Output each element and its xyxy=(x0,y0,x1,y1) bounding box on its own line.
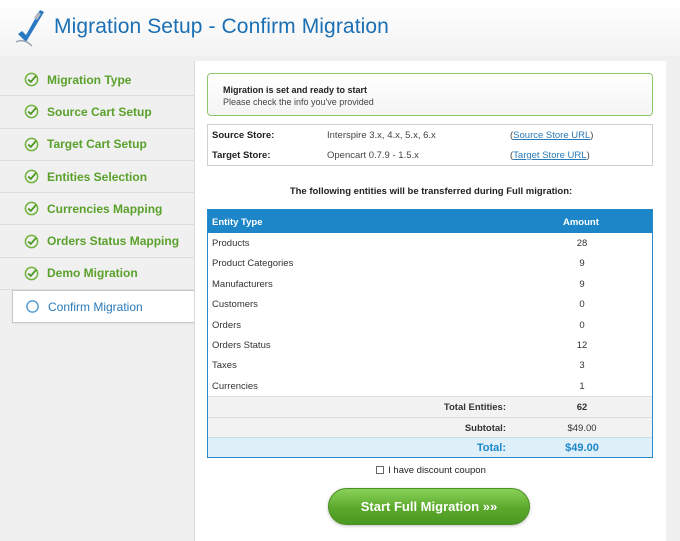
notice-subtitle: Please check the info you've provided xyxy=(223,97,374,107)
main-panel: Migration is set and ready to start Plea… xyxy=(194,61,666,541)
sidebar-step-label: Currencies Mapping xyxy=(47,201,163,216)
check-circle-icon xyxy=(24,234,39,248)
total-entities-row: Total Entities: 62 xyxy=(208,396,652,417)
empty-circle-icon xyxy=(26,300,39,313)
entity-amount: 1 xyxy=(579,380,585,392)
entity-amount: 28 xyxy=(576,238,588,249)
header: Migration Setup - Confirm Migration xyxy=(0,0,680,56)
sidebar-step-orders-status-mapping[interactable]: Orders Status Mapping xyxy=(0,225,194,258)
sidebar-step-confirm-migration[interactable]: Confirm Migration xyxy=(12,290,194,324)
entity-type: Orders Status xyxy=(212,339,271,351)
table-row: Orders Status 12 xyxy=(208,334,652,356)
target-store-row: Target Store: Opencart 0.7.9 - 1.5.x (Ta… xyxy=(208,145,652,165)
notice-title: Migration is set and ready to start xyxy=(223,85,368,95)
discount-coupon: I have discount coupon xyxy=(195,465,667,476)
sidebar-step-label: Target Cart Setup xyxy=(47,137,147,152)
table-row: Orders 0 xyxy=(208,314,652,335)
discount-coupon-checkbox[interactable] xyxy=(376,466,385,474)
total-row: Total: $49.00 xyxy=(208,436,652,457)
subtotal-label: Subtotal: xyxy=(464,422,506,434)
table-row: Taxes 3 xyxy=(208,355,652,376)
table-row: Product Categories 9 xyxy=(208,253,652,274)
sidebar-step-source-cart-setup[interactable]: Source Cart Setup xyxy=(0,96,194,129)
sidebar-step-label: Migration Type xyxy=(47,72,132,87)
target-store-url-link[interactable]: Target Store URL xyxy=(513,150,586,161)
check-circle-icon xyxy=(24,169,39,184)
table-row: Products 28 xyxy=(208,233,652,254)
target-store-link-wrap: (Target Store URL) xyxy=(510,150,590,161)
table-row: Manufacturers 9 xyxy=(208,273,652,295)
check-circle-icon xyxy=(24,266,39,281)
check-circle-icon xyxy=(24,201,39,216)
entity-amount: 0 xyxy=(579,319,585,331)
sidebar-step-demo-migration[interactable]: Demo Migration xyxy=(0,258,194,291)
ready-notice: Migration is set and ready to start Plea… xyxy=(207,73,653,116)
entity-amount: 9 xyxy=(579,258,585,270)
sidebar-step-label: Confirm Migration xyxy=(48,299,143,314)
discount-coupon-label[interactable]: I have discount coupon xyxy=(388,465,486,476)
sidebar-step-entities-selection[interactable]: Entities Selection xyxy=(0,161,194,194)
sidebar-step-label: Orders Status Mapping xyxy=(47,234,180,249)
subtotal-value: $49.00 xyxy=(567,422,597,434)
entity-amount: 3 xyxy=(579,360,585,372)
col-entity-type: Entity Type xyxy=(212,217,263,228)
pen-check-logo-icon xyxy=(15,10,44,47)
source-store-url-link[interactable]: Source Store URL xyxy=(513,130,590,141)
entity-type: Customers xyxy=(212,299,258,311)
sidebar-step-migration-type[interactable]: Migration Type xyxy=(0,64,194,97)
entity-type: Product Categories xyxy=(212,258,294,270)
target-store-value: Opencart 0.7.9 - 1.5.x xyxy=(327,150,419,161)
entity-type: Manufacturers xyxy=(212,278,273,290)
entities-table: Entity Type Amount Products 28 Product C… xyxy=(207,209,653,458)
sidebar-step-currencies-mapping[interactable]: Currencies Mapping xyxy=(0,193,194,226)
entities-heading: The following entities will be transferr… xyxy=(289,186,573,197)
entity-amount: 12 xyxy=(576,339,588,351)
start-full-migration-button[interactable]: Start Full Migration »» xyxy=(328,488,530,525)
source-store-value: Interspire 3.x, 4.x, 5.x, 6.x xyxy=(327,130,436,141)
source-store-row: Source Store: Interspire 3.x, 4.x, 5.x, … xyxy=(208,125,652,145)
entity-type: Orders xyxy=(212,319,242,331)
check-circle-icon xyxy=(24,72,39,87)
entity-type: Products xyxy=(212,238,250,249)
total-entities-value: 62 xyxy=(576,402,588,414)
sidebar-step-label: Demo Migration xyxy=(47,266,138,281)
total-value: $49.00 xyxy=(565,441,599,454)
sidebar-step-label: Entities Selection xyxy=(47,169,148,184)
entity-amount: 9 xyxy=(579,278,585,290)
table-row: Currencies 1 xyxy=(208,375,652,397)
check-circle-icon xyxy=(24,137,39,152)
subtotal-row: Subtotal: $49.00 xyxy=(208,416,652,437)
entity-type: Taxes xyxy=(212,360,237,372)
sidebar: Migration Type Source Cart Setup Target … xyxy=(0,64,194,324)
check-circle-icon xyxy=(24,105,39,119)
col-amount: Amount xyxy=(563,217,599,228)
target-store-label: Target Store: xyxy=(212,150,271,161)
page-title: Migration Setup - Confirm Migration xyxy=(54,15,389,38)
source-store-label: Source Store: xyxy=(212,130,275,141)
entities-table-header: Entity Type Amount xyxy=(208,210,652,233)
entity-amount: 0 xyxy=(579,299,585,311)
table-row: Customers 0 xyxy=(208,294,652,315)
sidebar-step-target-cart-setup[interactable]: Target Cart Setup xyxy=(0,129,194,161)
entity-type: Currencies xyxy=(212,380,258,392)
store-info-table: Source Store: Interspire 3.x, 4.x, 5.x, … xyxy=(207,124,653,166)
total-entities-label: Total Entities: xyxy=(443,402,506,414)
source-store-link-wrap: (Source Store URL) xyxy=(510,130,594,141)
sidebar-step-label: Source Cart Setup xyxy=(47,104,152,119)
total-label: Total: xyxy=(476,441,506,454)
